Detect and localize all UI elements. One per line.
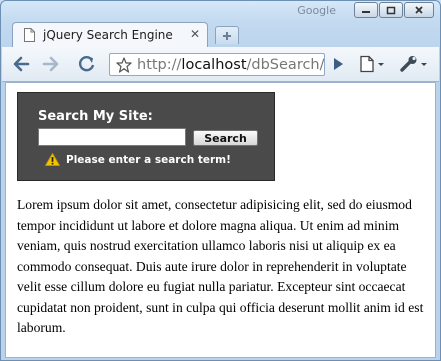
plus-icon (223, 31, 231, 40)
forward-arrow-icon (42, 56, 59, 72)
back-button[interactable] (10, 53, 32, 75)
window-controls (354, 2, 434, 18)
search-panel: Search My Site: Search Please enter a se… (17, 92, 275, 181)
search-input[interactable] (38, 128, 186, 146)
forward-button[interactable] (40, 53, 62, 75)
page-icon (24, 28, 35, 42)
warning-text: Please enter a search term! (66, 153, 231, 166)
warning-icon (45, 153, 60, 166)
page-menu-icon (360, 55, 384, 73)
maximize-button[interactable] (379, 2, 403, 18)
back-arrow-icon (13, 56, 30, 72)
page-menu-button[interactable] (358, 53, 388, 75)
reload-button[interactable] (76, 53, 98, 75)
reload-icon (78, 55, 95, 72)
bookmark-star-icon[interactable] (116, 57, 132, 73)
tools-menu-button[interactable] (398, 53, 432, 75)
url-scheme: http:// (137, 56, 182, 73)
search-button[interactable]: Search (193, 130, 258, 146)
play-arrow-icon (334, 58, 343, 70)
wrench-icon (400, 56, 427, 72)
url-path: /dbSearch/ (246, 56, 325, 73)
close-icon (415, 6, 423, 14)
browser-brand: Google (297, 4, 336, 17)
body-paragraph: Lorem ipsum dolor sit amet, consectetur … (17, 197, 424, 335)
minimize-button[interactable] (354, 2, 378, 18)
browser-toolbar: http://localhost/dbSearch/ (2, 47, 439, 82)
tab-close-icon[interactable]: ✕ (190, 27, 200, 41)
validation-message: Please enter a search term! (45, 153, 231, 166)
tab-title: jQuery Search Engine (43, 28, 173, 42)
browser-window: Google jQuery Search Engine ✕ http://loc… (0, 0, 441, 361)
minimize-icon (362, 11, 370, 13)
search-heading: Search My Site: (38, 109, 153, 124)
address-bar[interactable]: http://localhost/dbSearch/ (109, 53, 325, 76)
close-window-button[interactable] (404, 2, 434, 18)
maximize-icon (386, 6, 396, 14)
url-text: http://localhost/dbSearch/ (137, 56, 325, 73)
tab-jquery-search[interactable]: jQuery Search Engine ✕ (12, 22, 208, 47)
url-host: localhost (181, 56, 247, 73)
page-content: Search My Site: Search Please enter a se… (5, 82, 436, 358)
go-button[interactable] (327, 53, 349, 75)
new-tab-button[interactable] (215, 26, 239, 44)
